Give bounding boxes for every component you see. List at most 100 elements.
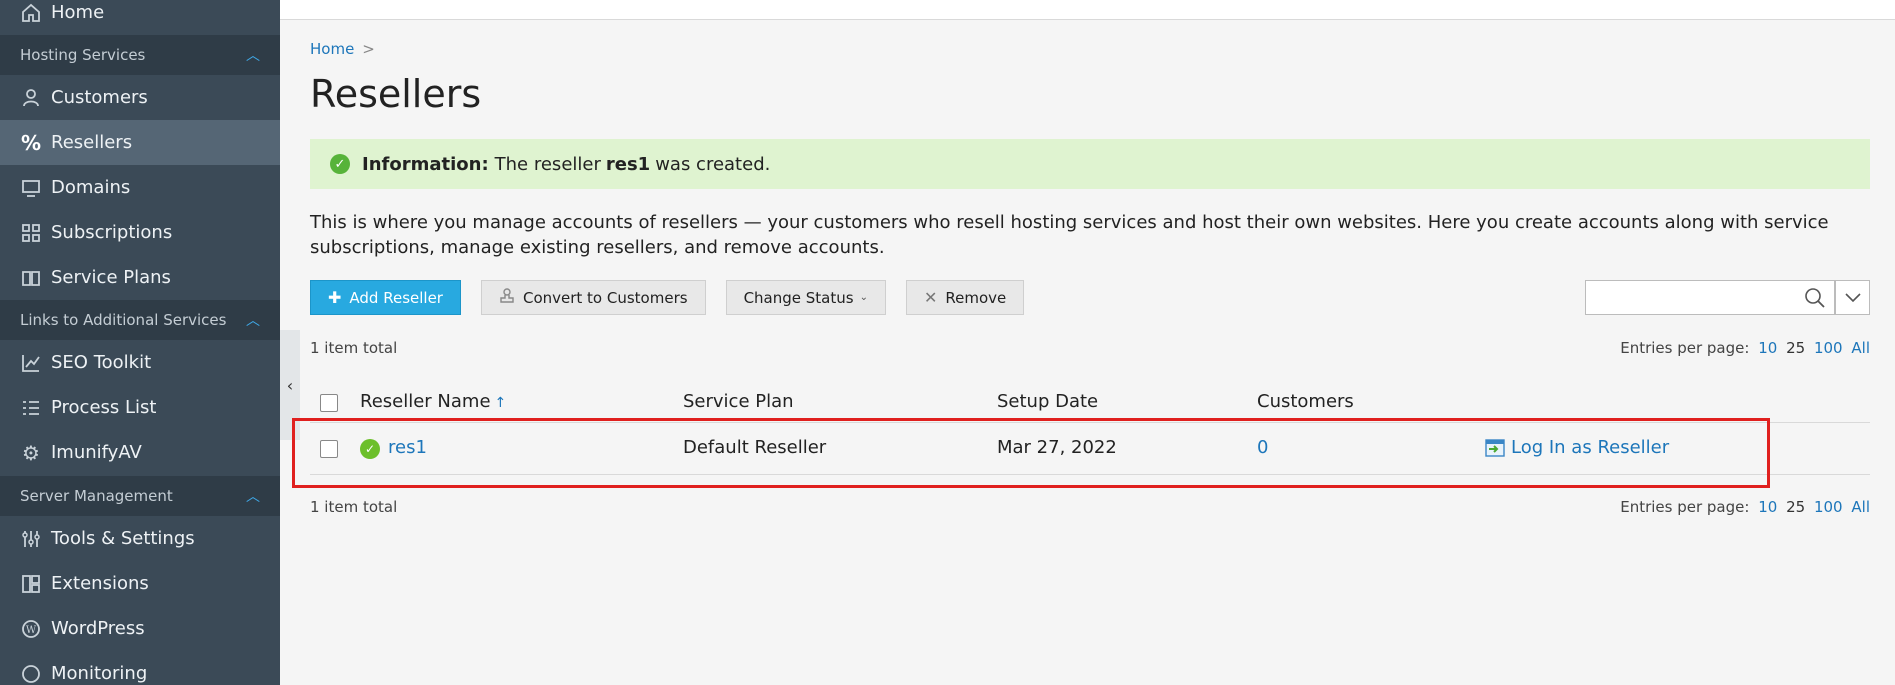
info-reseller-name: res1 [605,153,651,175]
sidebar-item-domains[interactable]: Domains [0,165,280,210]
column-customers[interactable]: Customers [1257,391,1354,412]
sidebar-item-label: Tools & Settings [51,528,195,549]
remove-button[interactable]: ✕ Remove [905,280,1025,315]
info-message: ✓ Information: The reseller res1 was cre… [310,139,1870,189]
column-setup-date[interactable]: Setup Date [997,391,1098,412]
sidebar-item-label: Resellers [51,132,133,153]
remove-x-icon: ✕ [923,288,938,307]
list-icon [20,397,42,419]
section-server-management[interactable]: Server Management ︿ [0,476,280,516]
search-input[interactable] [1586,281,1796,314]
info-text-before: The reseller [494,153,601,175]
chevron-up-icon: ︿ [246,489,260,505]
sidebar-item-wordpress[interactable]: W WordPress [0,606,280,651]
sidebar-item-service-plans[interactable]: Service Plans [0,255,280,300]
entries-option-all[interactable]: All [1851,498,1870,516]
sidebar-collapse-handle[interactable]: ‹ [280,330,300,440]
button-label: Convert to Customers [522,288,688,307]
breadcrumb-home-link[interactable]: Home [310,40,354,58]
svg-text:W: W [26,625,37,636]
sidebar-item-seo-toolkit[interactable]: SEO Toolkit [0,340,280,385]
row-checkbox[interactable] [320,440,338,458]
sort-arrow-icon: ↑ [494,395,507,411]
gear-icon: ⚙ [22,440,40,465]
login-as-reseller-link[interactable]: Log In as Reseller [1485,437,1669,458]
entries-per-page-top: Entries per page: 10 25 100 All [1620,339,1870,357]
column-reseller-name[interactable]: Reseller Name ↑ [360,391,506,412]
setup-date-cell: Mar 27, 2022 [997,437,1117,458]
sidebar-item-subscriptions[interactable]: Subscriptions [0,210,280,255]
status-active-icon: ✓ [360,439,380,459]
chevron-down-icon [1844,288,1861,307]
page-title: Resellers [310,72,482,116]
plus-icon: ✚ [328,288,342,307]
chevron-left-icon: ‹ [286,375,294,395]
sidebar-item-tools-settings[interactable]: Tools & Settings [0,516,280,561]
info-text-after: was created. [655,153,771,175]
user-icon [20,87,42,109]
add-reseller-button[interactable]: ✚ Add Reseller [310,280,461,315]
search-icon[interactable] [1804,287,1826,313]
entries-option-10[interactable]: 10 [1758,339,1777,357]
sidebar-item-label: Subscriptions [51,222,173,243]
sidebar-item-label: Extensions [51,573,149,594]
login-as-reseller-label: Log In as Reseller [1511,437,1670,458]
entries-option-25[interactable]: 25 [1786,339,1805,357]
toolbar: ✚ Add Reseller Convert to Customers Chan… [310,280,1025,315]
entries-option-10[interactable]: 10 [1758,498,1777,516]
sidebar-item-label: Home [51,2,105,23]
items-total-bottom: 1 item total [310,498,398,516]
sidebar-item-resellers[interactable]: % Resellers [0,120,280,165]
table-row: ✓ res1 Default Reseller Mar 27, 2022 0 L… [310,423,1870,475]
change-status-button[interactable]: Change Status ⌄ [725,280,886,315]
search-box [1585,280,1835,315]
entries-option-all[interactable]: All [1851,339,1870,357]
column-service-plan[interactable]: Service Plan [683,391,794,412]
button-label: Remove [945,288,1007,307]
section-label: Server Management [20,487,173,505]
sidebar-item-monitoring[interactable]: Monitoring [0,651,280,685]
section-hosting-services[interactable]: Hosting Services ︿ [0,35,280,75]
select-all-checkbox[interactable] [320,394,338,412]
book-icon [20,267,42,289]
entries-label: Entries per page: [1620,498,1750,516]
sidebar-item-label: Service Plans [51,267,171,288]
chevron-up-icon: ︿ [246,48,260,64]
login-icon [1485,438,1505,457]
customers-count-link[interactable]: 0 [1257,437,1268,458]
entries-option-100[interactable]: 100 [1814,498,1843,516]
sidebar-item-process-list[interactable]: Process List [0,385,280,430]
monitoring-icon [20,663,42,685]
info-label: Information: [362,153,489,175]
extensions-icon [20,573,42,595]
breadcrumb: Home > [310,40,375,58]
button-label: Change Status [743,288,854,307]
entries-option-100[interactable]: 100 [1814,339,1843,357]
check-circle-icon: ✓ [330,154,350,174]
entries-option-25[interactable]: 25 [1786,498,1805,516]
page-description: This is where you manage accounts of res… [310,212,1829,258]
sidebar: Home Hosting Services ︿ Customers % Rese… [0,0,280,685]
sidebar-item-customers[interactable]: Customers [0,75,280,120]
section-label: Links to Additional Services [20,311,227,329]
sidebar-item-home[interactable]: Home [0,0,280,35]
sliders-icon [20,528,42,550]
service-plan-cell: Default Reseller [683,437,827,458]
monitor-icon [20,177,42,199]
section-links-additional-services[interactable]: Links to Additional Services ︿ [0,300,280,340]
wordpress-icon: W [20,618,42,640]
percent-icon: % [20,130,42,155]
entries-per-page-bottom: Entries per page: 10 25 100 All [1620,498,1870,516]
top-bar [280,0,1895,20]
sidebar-item-imunifyav[interactable]: ⚙ ImunifyAV [0,430,280,475]
reseller-name-link[interactable]: res1 [388,437,427,458]
entries-label: Entries per page: [1620,339,1750,357]
sidebar-item-label: Monitoring [51,663,148,684]
sidebar-item-label: WordPress [51,618,145,639]
home-icon [20,2,42,24]
section-label: Hosting Services [20,46,146,64]
convert-to-customers-button[interactable]: Convert to Customers [480,280,706,315]
sidebar-item-extensions[interactable]: Extensions [0,561,280,606]
sidebar-item-label: Customers [51,87,148,108]
advanced-search-toggle[interactable] [1835,280,1870,315]
